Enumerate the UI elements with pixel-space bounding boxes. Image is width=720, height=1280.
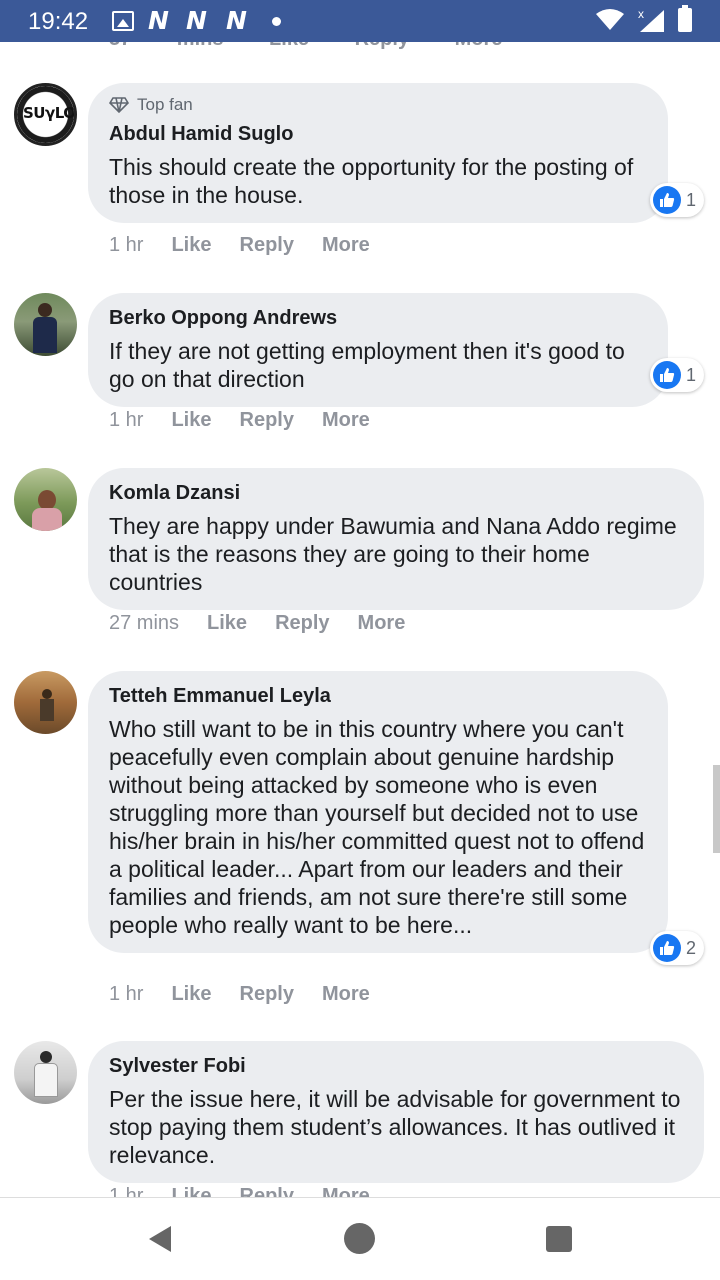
more-button[interactable]: More <box>322 983 370 1006</box>
more-button[interactable]: More <box>322 409 370 432</box>
avatar[interactable] <box>14 1041 77 1104</box>
comment-text: If they are not getting employment then … <box>109 338 625 392</box>
notification-n-icon: N <box>186 6 207 35</box>
home-icon[interactable] <box>344 1223 375 1254</box>
thumbs-up-icon <box>653 934 681 962</box>
comment-actions: 27 mins Like Reply More <box>109 612 433 635</box>
wifi-icon <box>596 9 624 30</box>
notification-dot-icon <box>272 17 281 26</box>
comment-actions: 1 hr Like Reply More <box>109 1185 398 1197</box>
comment-author[interactable]: Berko Oppong Andrews <box>109 305 646 331</box>
like-button[interactable]: Like <box>171 1185 211 1197</box>
reaction-number: 1 <box>686 189 697 210</box>
comment-author[interactable]: Abdul Hamid Suglo <box>109 121 646 147</box>
comment-time: 1 hr <box>109 1185 144 1197</box>
image-icon <box>112 11 134 31</box>
comment-actions: 1 hr Like Reply More <box>109 409 398 432</box>
comments-feed[interactable]: 37 mins Like Reply More SUγLO Top fan Ab… <box>0 42 720 1197</box>
comment-author[interactable]: Tetteh Emmanuel Leyla <box>109 683 646 709</box>
comment-actions: 1 hr Like Reply More <box>109 234 398 257</box>
reaction-count[interactable]: 1 <box>650 183 705 217</box>
scrollbar[interactable] <box>713 765 720 853</box>
more-button[interactable]: More <box>322 234 370 257</box>
comment-bubble[interactable]: Top fan Abdul Hamid Suglo This should cr… <box>88 83 668 223</box>
cutoff-comment-actions: 37 mins Like Reply More <box>109 42 502 51</box>
comment-text: This should create the opportunity for t… <box>109 154 634 208</box>
reaction-count[interactable]: 1 <box>650 358 705 392</box>
comment-time: 1 hr <box>109 983 144 1005</box>
like-button[interactable]: Like <box>171 409 211 432</box>
notification-n-icon: N <box>148 6 169 35</box>
diamond-icon <box>109 97 129 113</box>
recent-apps-icon[interactable] <box>546 1226 572 1252</box>
signal-icon: x <box>638 7 664 32</box>
reaction-number: 2 <box>686 937 697 958</box>
avatar[interactable]: SUγLO <box>14 83 77 146</box>
avatar[interactable] <box>14 468 77 531</box>
comment-actions: 1 hr Like Reply More <box>109 983 398 1006</box>
notification-n-icon: N <box>226 6 247 35</box>
thumbs-up-icon <box>653 186 681 214</box>
thumbs-up-icon <box>653 361 681 389</box>
comment-text: They are happy under Bawumia and Nana Ad… <box>109 513 677 595</box>
reply-button[interactable]: Reply <box>240 234 294 257</box>
top-fan-badge: Top fan <box>109 95 646 115</box>
reply-button[interactable]: Reply <box>275 612 329 635</box>
comment-text: Who still want to be in this country whe… <box>109 716 645 938</box>
status-bar: 19:42 N N N x <box>0 0 720 42</box>
reply-button[interactable]: Reply <box>240 983 294 1006</box>
comment-text: Per the issue here, it will be advisable… <box>109 1086 681 1168</box>
reply-button[interactable]: Reply <box>240 1185 294 1197</box>
navigation-bar <box>0 1197 720 1280</box>
top-fan-label: Top fan <box>137 95 193 114</box>
avatar[interactable] <box>14 293 77 356</box>
more-button[interactable]: More <box>358 612 406 635</box>
svg-text:x: x <box>638 7 644 21</box>
comment-time: 1 hr <box>109 409 144 431</box>
reply-button[interactable]: Reply <box>240 409 294 432</box>
reaction-number: 1 <box>686 364 697 385</box>
comment-author[interactable]: Sylvester Fobi <box>109 1053 682 1079</box>
avatar[interactable] <box>14 671 77 734</box>
back-icon[interactable] <box>147 1225 173 1253</box>
comment-bubble[interactable]: Berko Oppong Andrews If they are not get… <box>88 293 668 407</box>
comment-time: 1 hr <box>109 234 144 256</box>
avatar-logo-text: SUγLO <box>23 104 76 122</box>
comment-bubble[interactable]: Tetteh Emmanuel Leyla Who still want to … <box>88 671 668 953</box>
comment-time: 27 mins <box>109 612 180 634</box>
comment-bubble[interactable]: Sylvester Fobi Per the issue here, it wi… <box>88 1041 704 1183</box>
like-button[interactable]: Like <box>171 983 211 1006</box>
status-time: 19:42 <box>28 8 89 35</box>
reaction-count[interactable]: 2 <box>650 931 705 965</box>
comment-author[interactable]: Komla Dzansi <box>109 480 682 506</box>
more-button[interactable]: More <box>322 1185 370 1197</box>
like-button[interactable]: Like <box>171 234 211 257</box>
like-button[interactable]: Like <box>207 612 247 635</box>
battery-icon <box>678 5 692 32</box>
comment-bubble[interactable]: Komla Dzansi They are happy under Bawumi… <box>88 468 704 610</box>
